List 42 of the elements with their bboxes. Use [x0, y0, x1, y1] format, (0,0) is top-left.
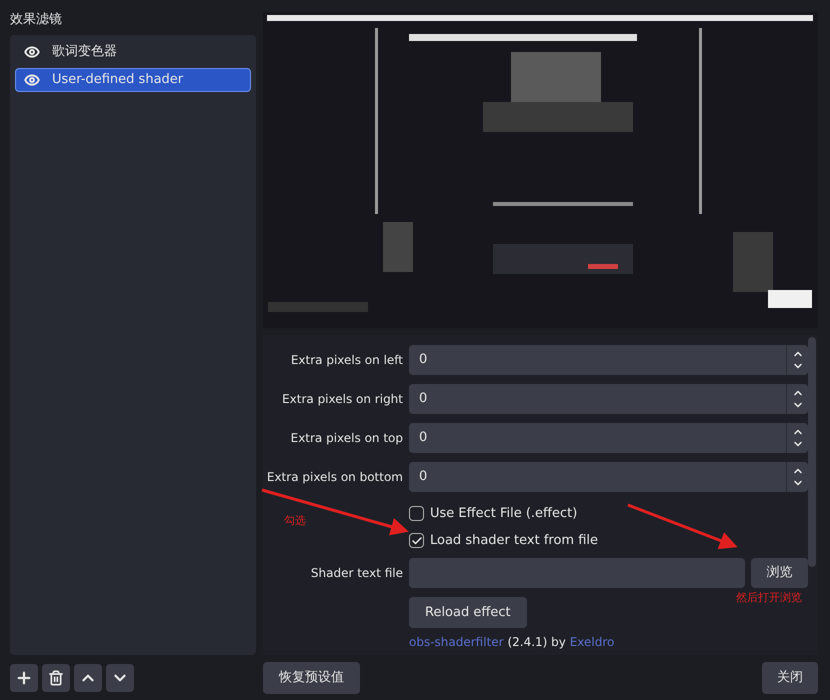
field-label: Extra pixels on top [290, 430, 404, 446]
number-field[interactable]: 0 [409, 344, 808, 374]
check-icon [410, 534, 422, 546]
filter-name: 歌词变色器 [52, 43, 117, 62]
delete-button[interactable] [42, 664, 70, 692]
file-path-field[interactable] [409, 558, 745, 588]
browse-button[interactable]: 浏览 [751, 558, 808, 588]
close-button[interactable]: 关闭 [762, 662, 818, 694]
number-field[interactable]: 0 [409, 422, 808, 452]
scrollbar[interactable] [808, 337, 816, 567]
field-value: 0 [418, 350, 428, 369]
panel-title: 效果滤镜 [10, 11, 63, 29]
trash-icon [48, 670, 64, 686]
reset-defaults-button[interactable]: 恢复预设值 [263, 662, 360, 694]
plugin-link[interactable]: obs-shaderfilter [409, 635, 504, 649]
field-value: 0 [418, 428, 428, 447]
move-down-button[interactable] [106, 664, 134, 692]
eye-icon[interactable] [24, 44, 40, 60]
checkbox-label: Use Effect File (.effect) [430, 504, 578, 523]
field-label: Extra pixels on right [281, 390, 404, 408]
eye-icon[interactable] [24, 72, 40, 88]
add-button[interactable] [10, 664, 38, 692]
checkbox[interactable] [409, 533, 424, 548]
plus-icon [15, 668, 33, 686]
number-field[interactable]: 0 [409, 384, 808, 414]
filter-item[interactable]: 歌词变色器 [15, 40, 251, 64]
field-value: 0 [418, 468, 428, 486]
move-up-button[interactable] [74, 664, 102, 692]
filter-name: User-defined shader [52, 71, 184, 90]
number-field[interactable]: 0 [409, 462, 808, 492]
filter-item[interactable]: User-defined shader [15, 68, 251, 92]
author-link[interactable]: Exeldro [570, 635, 614, 649]
field-label: Shader text file [310, 564, 404, 582]
checkbox-label: Load shader text from file [430, 532, 598, 550]
field-label: Extra pixels on left [290, 352, 404, 368]
checkbox[interactable] [409, 506, 424, 521]
credit-text: obs-shaderfilter (2.4.1) by Exeldro [409, 635, 614, 649]
annotation-text: 然后打开浏览 [736, 590, 802, 606]
annotation-text: 勾选 [284, 513, 306, 529]
field-label: Extra pixels on bottom [266, 468, 404, 486]
reload-effect-button[interactable]: Reload effect [409, 597, 527, 628]
field-value: 0 [418, 390, 428, 408]
